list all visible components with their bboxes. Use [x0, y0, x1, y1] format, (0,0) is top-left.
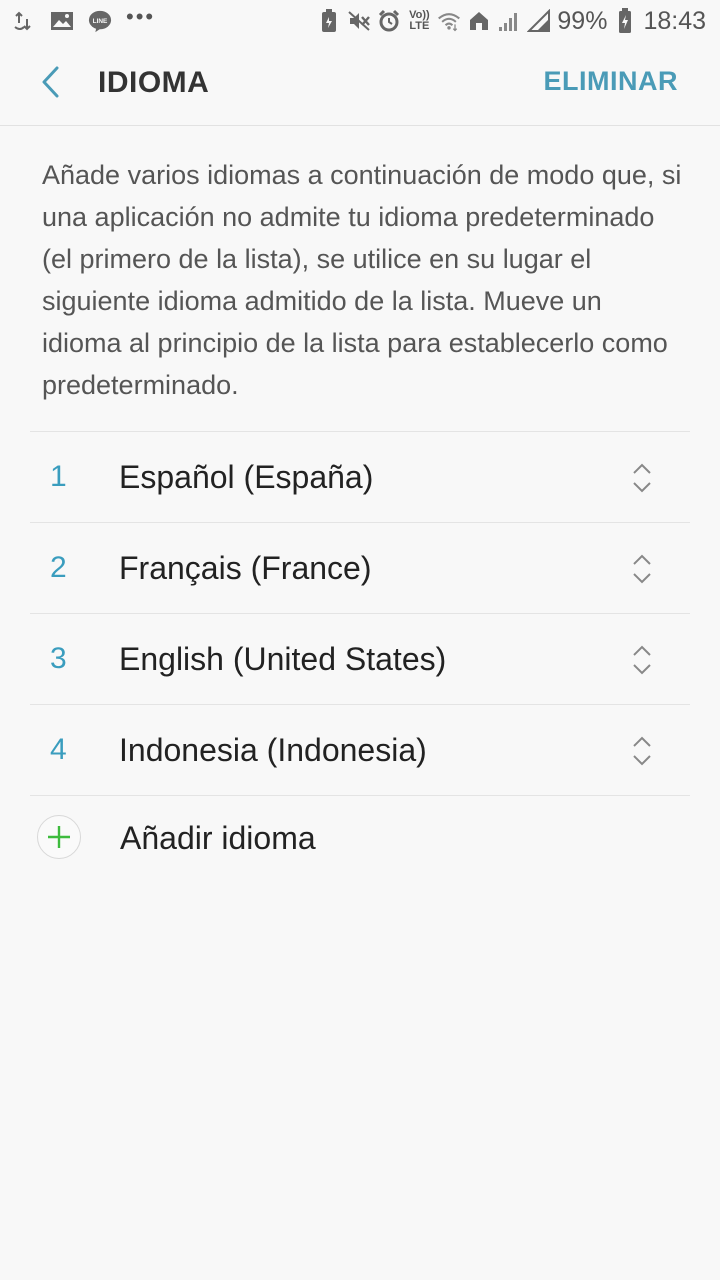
battery-saver-icon: [317, 9, 341, 33]
image-icon: [50, 9, 74, 33]
battery-percent: 99%: [557, 6, 608, 35]
chevron-left-icon: [40, 65, 60, 104]
language-index: 4: [50, 733, 67, 766]
add-language-button[interactable]: Añadir idioma: [30, 795, 690, 881]
mute-icon: [347, 9, 371, 33]
battery-charging-icon: [613, 8, 637, 33]
add-language-label: Añadir idioma: [120, 820, 316, 856]
page-title: IDIOMA: [98, 66, 210, 99]
data-transfer-icon: [12, 9, 36, 33]
more-notifications-indicator: •••: [126, 4, 156, 29]
language-row-4[interactable]: 4 Indonesia (Indonesia): [30, 704, 690, 795]
volte-icon: Vo)) LTE: [409, 9, 430, 32]
status-bar: LINE ••• Vo)) LTE 99% 18:43: [0, 0, 720, 42]
language-name: Français (France): [119, 549, 372, 586]
language-name: Español (España): [119, 458, 374, 495]
alarm-icon: [377, 9, 401, 33]
reorder-handle-icon[interactable]: [630, 733, 654, 769]
home-icon: [467, 9, 491, 33]
language-index: 2: [50, 551, 67, 584]
language-row-3[interactable]: 3 English (United States): [30, 613, 690, 704]
clock: 18:43: [643, 6, 706, 35]
language-row-2[interactable]: 2 Français (France): [30, 522, 690, 613]
signal-no-sim-icon: [527, 9, 551, 33]
back-button[interactable]: [30, 62, 70, 106]
reorder-handle-icon[interactable]: [630, 460, 654, 496]
line-app-icon: LINE: [88, 9, 112, 33]
language-name: Indonesia (Indonesia): [119, 731, 427, 768]
language-row-1[interactable]: 1 Español (España): [30, 431, 690, 522]
reorder-handle-icon[interactable]: [630, 642, 654, 678]
language-list: 1 Español (España) 2 Français (France) 3…: [30, 431, 690, 881]
status-bar-right: Vo)) LTE 99% 18:43: [317, 0, 720, 42]
signal-icon: [497, 9, 521, 33]
description-text: Añade varios idiomas a continuación de m…: [42, 160, 682, 400]
language-index: 1: [50, 460, 67, 493]
language-name: English (United States): [119, 640, 447, 677]
plus-icon: [37, 815, 81, 859]
eliminar-button[interactable]: ELIMINAR: [544, 66, 679, 97]
language-index: 3: [50, 642, 67, 675]
wifi-icon: [437, 9, 461, 33]
svg-text:LINE: LINE: [93, 18, 108, 25]
status-bar-left: LINE •••: [0, 0, 155, 42]
app-bar: IDIOMA ELIMINAR: [0, 42, 720, 126]
reorder-handle-icon[interactable]: [630, 551, 654, 587]
